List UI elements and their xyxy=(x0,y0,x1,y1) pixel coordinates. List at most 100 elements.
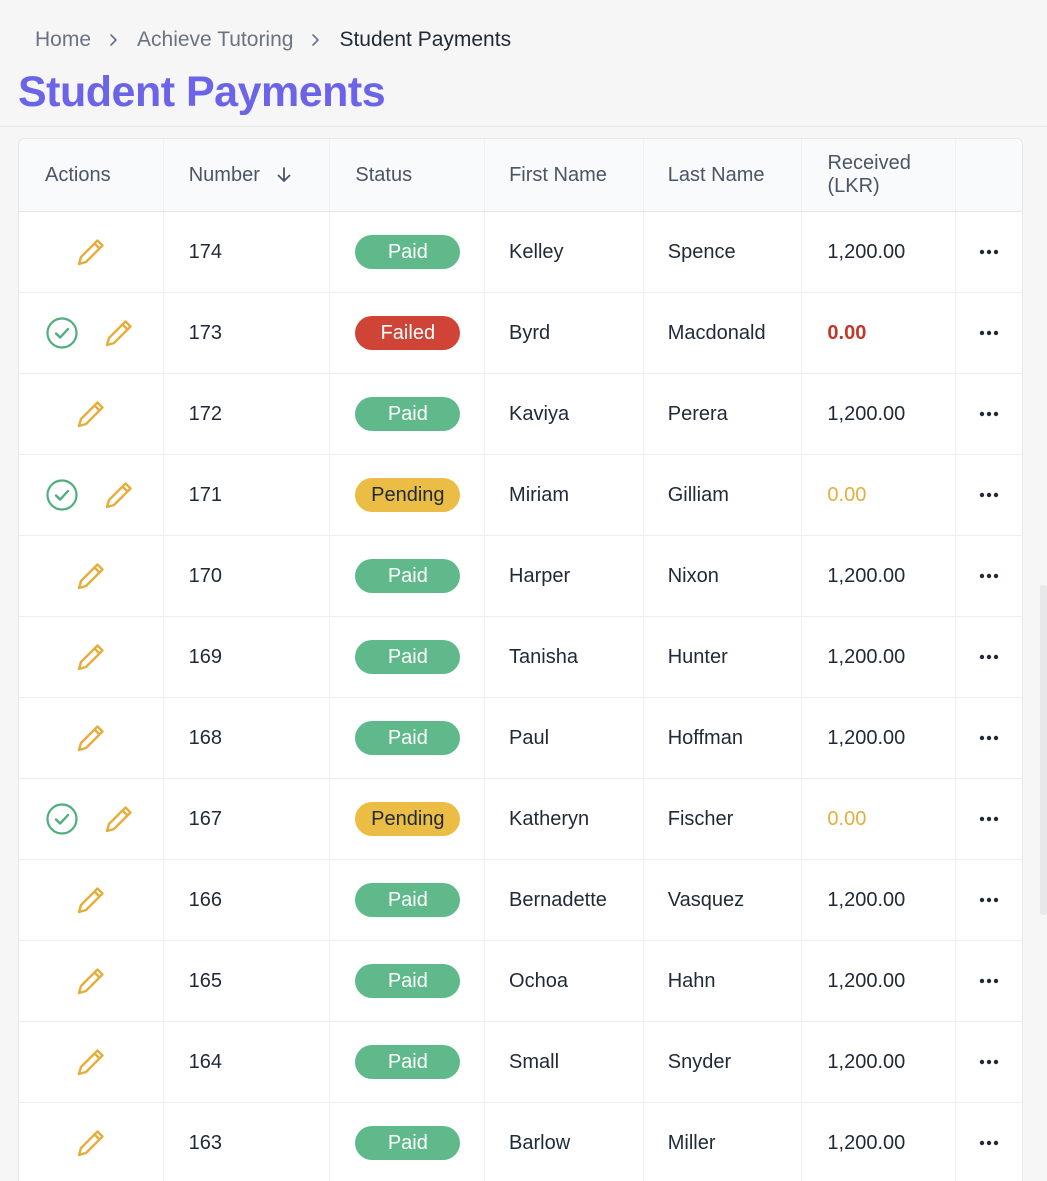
table-row[interactable]: 167 Pending Katheryn Fischer 0.00 xyxy=(19,779,1022,860)
row-menu-button[interactable] xyxy=(956,860,1022,940)
edit-pencil-icon[interactable] xyxy=(101,477,137,513)
table-row[interactable]: 166 Paid Bernadette Vasquez 1,200.00 xyxy=(19,860,1022,941)
cell-first-name: Kelley xyxy=(485,212,644,292)
row-menu-button[interactable] xyxy=(956,941,1022,1021)
cell-status: Paid xyxy=(330,212,486,292)
cell-first-name: Barlow xyxy=(485,1103,644,1181)
status-badge: Paid xyxy=(355,559,461,593)
row-menu-button[interactable] xyxy=(956,617,1022,697)
table-row[interactable]: 164 Paid Small Snyder 1,200.00 xyxy=(19,1022,1022,1103)
row-menu-button[interactable] xyxy=(956,374,1022,454)
row-menu-button[interactable] xyxy=(956,1103,1022,1181)
row-actions xyxy=(19,698,164,778)
page-title: Student Payments xyxy=(18,68,386,116)
row-menu-button[interactable] xyxy=(956,536,1022,616)
table-row[interactable]: 168 Paid Paul Hoffman 1,200.00 xyxy=(19,698,1022,779)
cell-last-name: Hunter xyxy=(644,617,803,697)
cell-first-name: Small xyxy=(485,1022,644,1102)
edit-pencil-icon[interactable] xyxy=(73,234,109,270)
cell-last-name: Gilliam xyxy=(644,455,803,535)
cell-first-name: Bernadette xyxy=(485,860,644,940)
edit-pencil-icon[interactable] xyxy=(73,1044,109,1080)
cell-received: 1,200.00 xyxy=(802,1022,957,1102)
row-actions xyxy=(19,941,164,1021)
edit-pencil-icon[interactable] xyxy=(73,1125,109,1161)
edit-pencil-icon[interactable] xyxy=(73,639,109,675)
edit-pencil-icon[interactable] xyxy=(73,882,109,918)
row-actions xyxy=(19,1103,164,1181)
cell-number: 165 xyxy=(164,941,331,1021)
cell-number: 163 xyxy=(164,1103,331,1181)
cell-status: Failed xyxy=(330,293,486,373)
column-header-actions: Actions xyxy=(19,139,164,211)
cell-number: 170 xyxy=(164,536,331,616)
edit-pencil-icon[interactable] xyxy=(73,720,109,756)
cell-status: Pending xyxy=(330,455,486,535)
table-row[interactable]: 169 Paid Tanisha Hunter 1,200.00 xyxy=(19,617,1022,698)
row-menu-button[interactable] xyxy=(956,293,1022,373)
status-badge: Paid xyxy=(355,1045,461,1079)
confirm-payment-icon[interactable] xyxy=(44,477,80,513)
status-badge: Paid xyxy=(355,640,461,674)
cell-last-name: Snyder xyxy=(644,1022,803,1102)
cell-status: Paid xyxy=(330,1022,486,1102)
confirm-payment-icon[interactable] xyxy=(44,801,80,837)
cell-received: 1,200.00 xyxy=(802,860,957,940)
cell-received: 0.00 xyxy=(802,455,957,535)
cell-first-name: Kaviya xyxy=(485,374,644,454)
edit-pencil-icon[interactable] xyxy=(101,315,137,351)
column-header-actions-label: Actions xyxy=(45,163,111,186)
scrollbar[interactable] xyxy=(1040,585,1047,915)
confirm-payment-icon[interactable] xyxy=(44,315,80,351)
breadcrumb-home-link[interactable]: Home xyxy=(35,28,91,52)
edit-pencil-icon[interactable] xyxy=(73,558,109,594)
cell-status: Paid xyxy=(330,941,486,1021)
chevron-right-icon xyxy=(309,33,323,47)
row-actions xyxy=(19,293,164,373)
row-menu-button[interactable] xyxy=(956,455,1022,535)
cell-received: 1,200.00 xyxy=(802,212,957,292)
column-header-last-name[interactable]: Last Name xyxy=(644,139,803,211)
table-row[interactable]: 171 Pending Miriam Gilliam 0.00 xyxy=(19,455,1022,536)
more-horizontal-icon xyxy=(978,653,1000,661)
table-body: 174 Paid Kelley Spence 1,200.00 173 Fail… xyxy=(19,212,1022,1181)
status-badge: Paid xyxy=(355,397,461,431)
table-row[interactable]: 173 Failed Byrd Macdonald 0.00 xyxy=(19,293,1022,374)
table-row[interactable]: 172 Paid Kaviya Perera 1,200.00 xyxy=(19,374,1022,455)
breadcrumb: Home Achieve Tutoring Student Payments xyxy=(35,26,511,54)
cell-first-name: Paul xyxy=(485,698,644,778)
more-horizontal-icon xyxy=(978,734,1000,742)
row-menu-button[interactable] xyxy=(956,698,1022,778)
column-header-status[interactable]: Status xyxy=(330,139,486,211)
row-menu-button[interactable] xyxy=(956,1022,1022,1102)
cell-last-name: Spence xyxy=(644,212,803,292)
cell-last-name: Fischer xyxy=(644,779,803,859)
table-row[interactable]: 170 Paid Harper Nixon 1,200.00 xyxy=(19,536,1022,617)
table-header: Actions Number Status First Name Last Na… xyxy=(19,139,1022,212)
table-row[interactable]: 163 Paid Barlow Miller 1,200.00 xyxy=(19,1103,1022,1181)
column-header-received[interactable]: Received (LKR) xyxy=(802,139,957,211)
cell-received: 1,200.00 xyxy=(802,941,957,1021)
column-header-first-name[interactable]: First Name xyxy=(485,139,644,211)
row-menu-button[interactable] xyxy=(956,212,1022,292)
edit-pencil-icon[interactable] xyxy=(73,963,109,999)
cell-status: Paid xyxy=(330,860,486,940)
edit-pencil-icon[interactable] xyxy=(73,396,109,432)
column-header-number[interactable]: Number xyxy=(164,139,331,211)
cell-first-name: Byrd xyxy=(485,293,644,373)
breadcrumb-tenant-link[interactable]: Achieve Tutoring xyxy=(137,28,293,52)
table-row[interactable]: 165 Paid Ochoa Hahn 1,200.00 xyxy=(19,941,1022,1022)
cell-first-name: Miriam xyxy=(485,455,644,535)
status-badge: Paid xyxy=(355,964,461,998)
cell-received: 0.00 xyxy=(802,293,957,373)
cell-received: 1,200.00 xyxy=(802,698,957,778)
row-actions xyxy=(19,860,164,940)
status-badge: Paid xyxy=(355,883,461,917)
row-menu-button[interactable] xyxy=(956,779,1022,859)
chevron-right-icon xyxy=(107,33,121,47)
edit-pencil-icon[interactable] xyxy=(101,801,137,837)
more-horizontal-icon xyxy=(978,896,1000,904)
table-row[interactable]: 174 Paid Kelley Spence 1,200.00 xyxy=(19,212,1022,293)
status-badge: Pending xyxy=(355,802,461,836)
cell-last-name: Miller xyxy=(644,1103,803,1181)
